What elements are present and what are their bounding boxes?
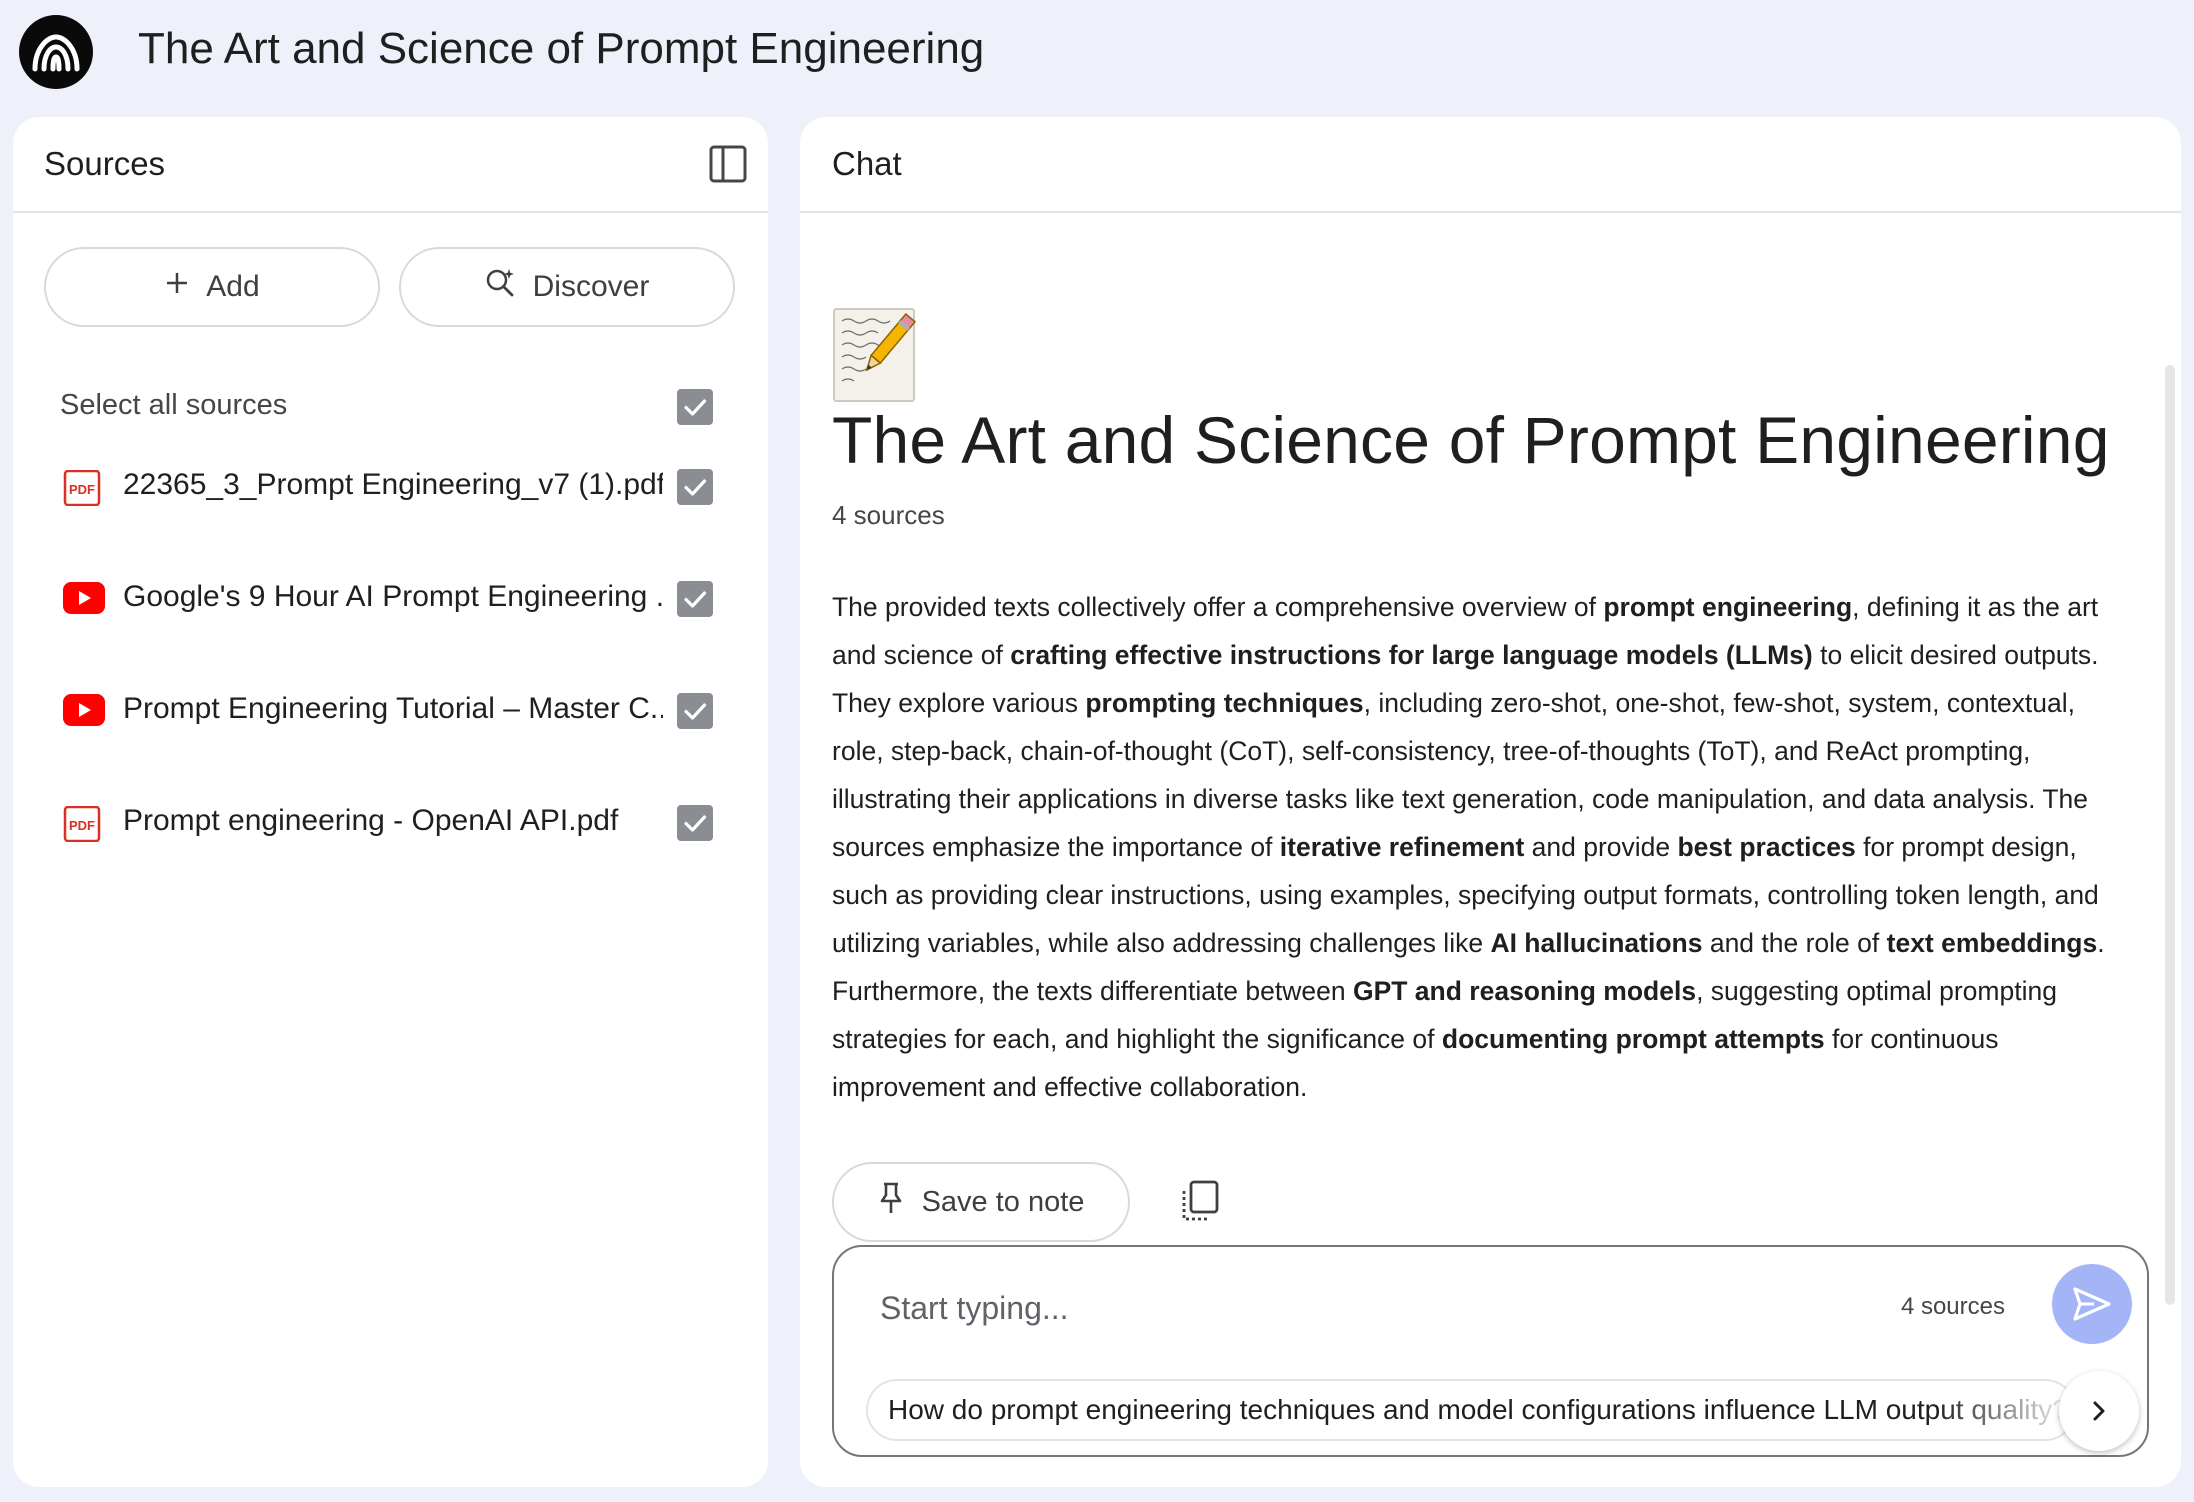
summary-highlight: prompt engineering [1603,592,1853,622]
summary-highlight: best practices [1677,832,1856,862]
svg-text:PDF: PDF [69,482,95,497]
source-item[interactable]: PDF Prompt engineering - OpenAI API.pdf [13,783,768,863]
source-item-label: Google's 9 Hour AI Prompt Engineering ..… [123,580,663,613]
add-label: Add [206,270,260,303]
source-checkbox[interactable] [677,581,713,617]
checkmark-icon [684,815,707,832]
notebook-title-header[interactable]: The Art and Science of Prompt Engineerin… [138,24,984,74]
suggested-question-chip[interactable]: How do prompt engineering techniques and… [866,1379,2076,1441]
chat-title: Chat [832,145,902,182]
chat-composer: 4 sources How do prompt engineering tech… [832,1245,2149,1457]
chat-header: Chat [800,117,2181,213]
select-all-label: Select all sources [60,389,288,421]
save-to-note-button[interactable]: Save to note [832,1162,1130,1242]
chat-panel: Chat The Art and Science of Prompt Engin… [800,117,2181,1487]
summary-highlight: text embeddings [1886,928,2098,958]
sources-panel: Sources Add Discover Select all sources … [13,117,768,1487]
composer-source-count: 4 sources [1900,1293,2005,1320]
source-item-label: Prompt engineering - OpenAI API.pdf [123,804,619,837]
summary-highlight: GPT and reasoning models [1352,976,1697,1006]
source-item[interactable]: Google's 9 Hour AI Prompt Engineering ..… [13,559,768,639]
sources-header: Sources [13,117,768,213]
plus-icon [164,270,190,304]
source-item[interactable]: PDF 22365_3_Prompt Engineering_v7 (1).pdf [13,447,768,527]
youtube-icon [63,694,105,728]
scrollbar-thumb[interactable] [2165,365,2175,1305]
source-checkbox[interactable] [677,693,713,729]
chat-input[interactable] [880,1283,1780,1333]
pin-icon [878,1181,904,1223]
notebooklm-logo-icon[interactable] [19,15,93,89]
source-item-label: 22365_3_Prompt Engineering_v7 (1).pdf [123,468,663,501]
summary-text: and the role of [1702,928,1887,958]
source-item-label: Prompt Engineering Tutorial – Master C..… [123,692,663,725]
source-count: 4 sources [832,500,945,530]
panel-collapse-icon[interactable] [708,144,748,184]
suggested-question-text: How do prompt engineering techniques and… [888,1394,2068,1425]
svg-text:PDF: PDF [69,818,95,833]
source-checkbox[interactable] [677,805,713,841]
summary-highlight: iterative refinement [1279,832,1525,862]
top-bar: The Art and Science of Prompt Engineerin… [0,0,2194,112]
copy-icon[interactable] [1180,1179,1220,1223]
save-to-note-label: Save to note [921,1185,1085,1218]
summary-highlight: documenting prompt attempts [1441,1024,1825,1054]
source-checkbox[interactable] [677,469,713,505]
select-all-checkbox[interactable] [677,389,713,425]
send-button[interactable] [2052,1264,2132,1344]
add-source-button[interactable]: Add [44,247,380,327]
chevron-right-icon [2093,1401,2105,1421]
next-suggestion-button[interactable] [2059,1371,2139,1451]
source-item[interactable]: Prompt Engineering Tutorial – Master C..… [13,671,768,751]
notebook-summary: The provided texts collectively offer a … [832,583,2122,1111]
select-all-row[interactable]: Select all sources [13,367,768,447]
send-icon [2073,1287,2111,1321]
checkmark-icon [684,591,707,608]
pdf-icon: PDF [63,805,101,843]
summary-highlight: AI hallucinations [1490,928,1703,958]
pdf-icon: PDF [63,469,101,507]
discover-button[interactable]: Discover [399,247,735,327]
summary-text: and provide [1524,832,1678,862]
notebook-emoji-icon [832,307,918,403]
summary-highlight: crafting effective instructions for larg… [1010,640,1813,670]
notebook-title: The Art and Science of Prompt Engineerin… [832,403,2110,477]
youtube-icon [63,582,105,616]
discover-label: Discover [532,270,650,303]
sources-title: Sources [44,145,166,182]
summary-highlight: prompting techniques [1085,688,1364,718]
checkmark-icon [684,399,707,416]
summary-text: The provided texts collectively offer a … [832,592,1604,622]
discover-search-sparkle-icon [485,267,517,307]
checkmark-icon [684,703,707,720]
checkmark-icon [684,479,707,496]
